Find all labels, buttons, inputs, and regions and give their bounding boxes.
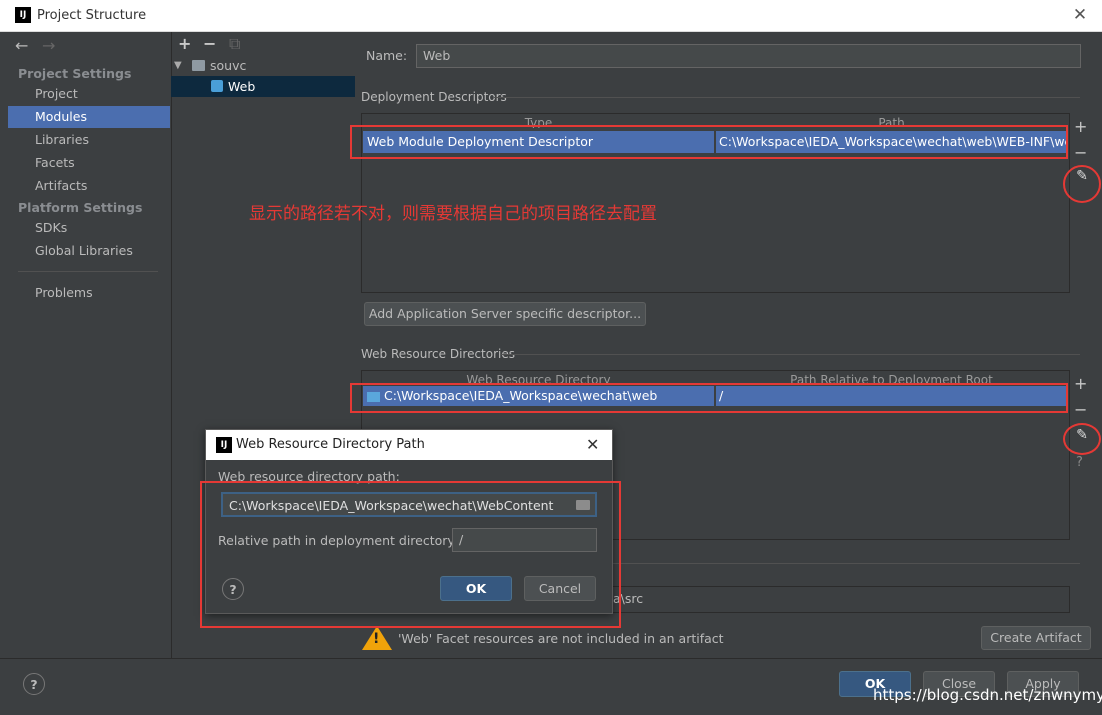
- sidebar-item-artifacts[interactable]: Artifacts: [8, 175, 170, 197]
- tree-item-web-row[interactable]: [171, 76, 355, 97]
- copy-module-icon[interactable]: ⧉: [229, 34, 240, 54]
- annotation-highlight-rect: [350, 383, 1068, 413]
- help-button[interactable]: ?: [23, 673, 45, 695]
- sidebar-item-libraries[interactable]: Libraries: [8, 129, 170, 151]
- window-close-button[interactable]: ✕: [1070, 5, 1090, 25]
- project-settings-header: Project Settings: [18, 66, 132, 81]
- back-arrow-icon[interactable]: ←: [15, 36, 28, 55]
- remove-module-icon[interactable]: −: [203, 34, 216, 53]
- dialog-close-button[interactable]: ✕: [586, 435, 599, 454]
- group-divider: [501, 354, 1080, 355]
- help-icon[interactable]: ?: [1076, 455, 1083, 470]
- remove-descriptor-icon[interactable]: −: [1074, 143, 1087, 162]
- module-folder-icon: [192, 60, 205, 71]
- sidebar-item-project[interactable]: Project: [8, 83, 170, 105]
- watermark-text: https://blog.csdn.net/znwnymys: [873, 686, 1102, 704]
- add-resource-dir-icon[interactable]: +: [1074, 374, 1087, 393]
- tree-item-souvc[interactable]: souvc: [210, 58, 246, 73]
- intellij-logo-icon: IJ: [15, 7, 31, 23]
- intellij-logo-icon: IJ: [216, 437, 232, 453]
- name-input[interactable]: Web: [416, 44, 1081, 68]
- annotation-highlight-rect: [200, 481, 621, 628]
- dialog-title-bar: IJ Web Resource Directory Path ✕: [206, 430, 612, 460]
- window-title-bar: IJ Project Structure ✕: [0, 0, 1102, 32]
- tree-item-web[interactable]: Web: [228, 79, 255, 94]
- group-divider: [494, 97, 1080, 98]
- forward-arrow-icon[interactable]: →: [42, 36, 55, 55]
- sidebar-item-modules[interactable]: Modules: [8, 106, 170, 128]
- sidebar-item-problems[interactable]: Problems: [8, 282, 170, 304]
- dialog-title: Web Resource Directory Path: [236, 437, 425, 452]
- web-resource-directories-title: Web Resource Directories: [361, 347, 515, 361]
- warning-message: 'Web' Facet resources are not included i…: [398, 631, 724, 646]
- create-artifact-button[interactable]: Create Artifact: [981, 626, 1091, 650]
- annotation-highlight-circle: [1063, 165, 1101, 203]
- name-label: Name:: [366, 48, 408, 63]
- annotation-highlight-rect: [350, 125, 1068, 159]
- web-facet-icon: [211, 80, 223, 92]
- remove-resource-dir-icon[interactable]: −: [1074, 400, 1087, 419]
- annotation-highlight-circle: [1063, 423, 1101, 455]
- warning-icon-glyph: !: [373, 631, 380, 647]
- tree-expand-icon[interactable]: ▼: [174, 60, 182, 71]
- annotation-text: 显示的路径若不对，则需要根据自己的项目路径去配置: [249, 204, 657, 224]
- sidebar-item-facets[interactable]: Facets: [8, 152, 170, 174]
- platform-settings-header: Platform Settings: [18, 200, 143, 215]
- group-divider: [611, 563, 1080, 564]
- deployment-descriptors-title: Deployment Descriptors: [361, 90, 507, 104]
- add-server-descriptor-button[interactable]: Add Application Server specific descript…: [364, 302, 646, 326]
- sidebar-item-global-libraries[interactable]: Global Libraries: [8, 240, 170, 262]
- sidebar-divider: [18, 271, 158, 272]
- sidebar-item-sdks[interactable]: SDKs: [8, 217, 170, 239]
- add-module-icon[interactable]: +: [178, 34, 191, 53]
- window-title: Project Structure: [37, 8, 147, 23]
- source-roots-table[interactable]: [611, 586, 1070, 613]
- add-descriptor-icon[interactable]: +: [1074, 117, 1087, 136]
